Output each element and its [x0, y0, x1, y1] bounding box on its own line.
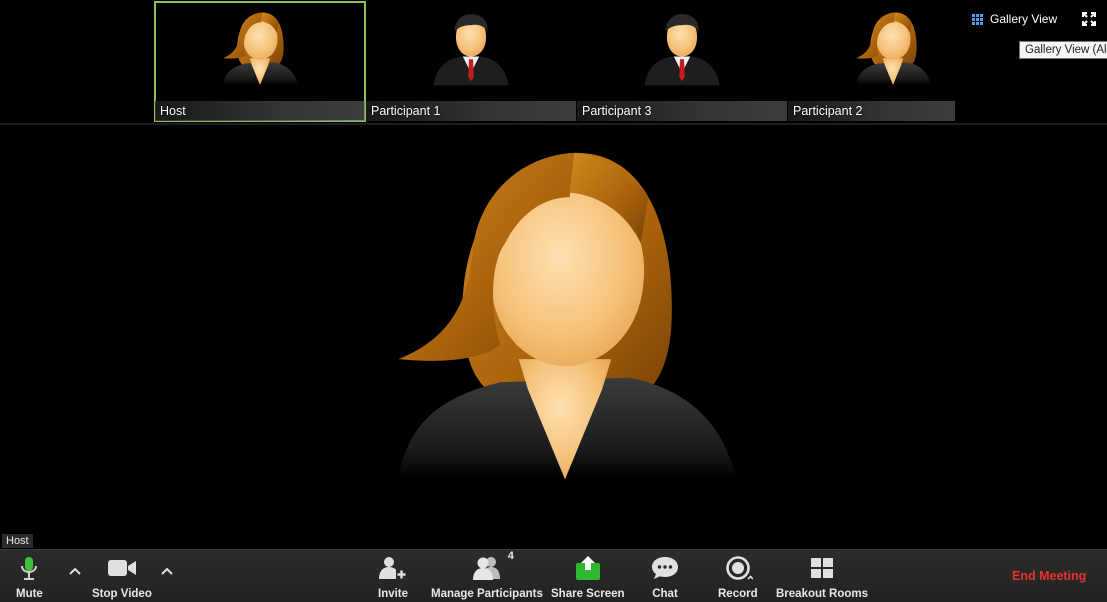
speaker-name-tag: Host [2, 534, 33, 548]
chat-label: Chat [652, 588, 678, 600]
breakout-rooms-icon [811, 558, 834, 578]
female-avatar-icon [219, 8, 301, 90]
participant-name: Participant 1 [371, 104, 441, 118]
microphone-icon [21, 557, 38, 580]
breakout-rooms-label: Breakout Rooms [776, 588, 869, 600]
name-bar [155, 101, 365, 121]
video-camera-icon [107, 560, 136, 576]
participants-icon [472, 557, 500, 580]
share-screen-icon [575, 556, 600, 580]
fullscreen-icon[interactable] [1082, 12, 1096, 26]
end-meeting-button[interactable]: End Meeting [1012, 569, 1086, 583]
male-avatar-icon [430, 8, 512, 90]
invite-button[interactable]: Invite [378, 553, 408, 600]
share-screen-label: Share Screen [551, 588, 625, 600]
record-button[interactable]: Record [718, 553, 758, 600]
mute-button[interactable]: Mute [16, 553, 43, 600]
record-label: Record [718, 588, 758, 600]
manage-participants-label: Manage Participants [431, 588, 543, 600]
female-avatar-icon [852, 8, 934, 90]
active-speaker-video [0, 125, 1107, 549]
participant-name: Participant 2 [793, 104, 863, 118]
manage-participants-button[interactable]: 4 Manage Participants [431, 550, 543, 600]
participant-name: Participant 3 [582, 104, 652, 118]
grid-icon [972, 13, 983, 25]
stop-video-button[interactable]: Stop Video [92, 553, 152, 600]
male-avatar-icon [641, 8, 723, 90]
stop-video-label: Stop Video [92, 588, 152, 600]
chevron-up-icon[interactable] [68, 565, 82, 577]
participant-strip: Host Participant 1 Participant 3 Partici… [0, 0, 1107, 125]
thumbnail-participant-2[interactable]: Participant 2 [788, 2, 955, 121]
female-avatar-icon [380, 135, 750, 500]
participant-name: Host [160, 104, 186, 118]
thumbnail-participant-3[interactable]: Participant 3 [577, 2, 787, 121]
gallery-view-label: Gallery View [990, 12, 1058, 26]
chevron-up-icon[interactable] [160, 565, 174, 577]
tooltip: Gallery View (Al [1019, 41, 1107, 59]
invite-label: Invite [378, 588, 409, 600]
thumbnail-participant-1[interactable]: Participant 1 [366, 2, 576, 121]
participant-count-badge: 4 [507, 550, 514, 562]
chat-bubble-icon [652, 557, 678, 579]
record-icon [726, 556, 753, 580]
breakout-rooms-button[interactable]: Breakout Rooms [776, 553, 868, 600]
thumbnail-host[interactable]: Host [154, 1, 366, 122]
chat-button[interactable]: Chat [651, 553, 679, 600]
add-user-icon [379, 557, 408, 580]
share-screen-button[interactable]: Share Screen [551, 553, 625, 600]
mute-label: Mute [16, 588, 43, 600]
gallery-view-button[interactable]: Gallery View [972, 11, 1057, 27]
